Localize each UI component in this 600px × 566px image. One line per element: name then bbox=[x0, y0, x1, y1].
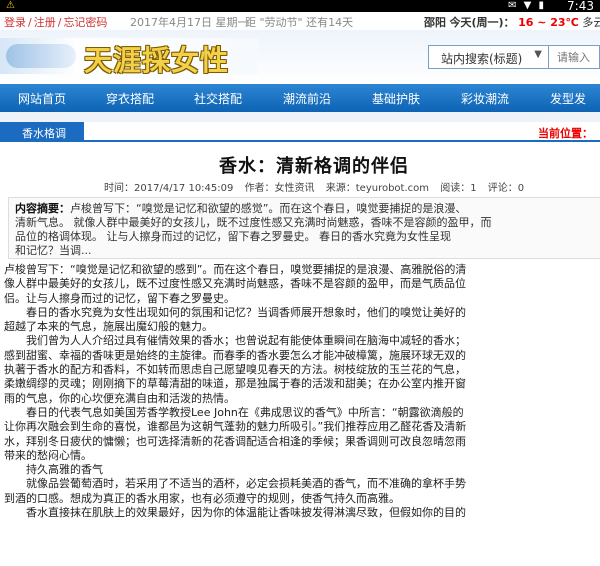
body-line: 超越了本来的气息，施展出魔幻般的魅力。 bbox=[4, 320, 213, 334]
register-link[interactable]: 注册 bbox=[34, 16, 56, 29]
nav-item-makeup[interactable]: 彩妆潮流 bbox=[461, 90, 509, 107]
meta-source: 来源：teyurobot.com bbox=[325, 183, 430, 194]
body-line: 到酒的口感。想成为真正的香水用家，也有必须遵守的规则，使香气持久而高雅。 bbox=[4, 491, 400, 505]
breadcrumb: 当前位置： bbox=[538, 127, 593, 140]
body-line: 执著于香水的配方和香料，不如转而思虑自己愿望嗅见春天的方法。树枝绽放的玉兰花的气… bbox=[4, 363, 466, 377]
site-header: 天涯採女性 站内搜索(标题) ▼ bbox=[0, 30, 600, 84]
search-scope-select[interactable]: 站内搜索(标题) ▼ bbox=[429, 46, 549, 68]
section-heading: 持久高雅的香气 bbox=[26, 463, 103, 477]
summary-line: 品位的格调体现。 让与人擦身而过的记忆，留下春之罗曼史。 春日的香水究竟为女性呈… bbox=[15, 230, 451, 243]
body-line: 春日的代表气息如美国芳香学教授Lee John在《弗成思议的香气》中所言：“朝露… bbox=[26, 405, 464, 419]
body-line: 带来的愁闷心情。 bbox=[4, 448, 92, 462]
summary-line: 和记忆？当调... bbox=[15, 244, 92, 257]
body-line: 就像品尝葡萄酒时，若采用了不适当的酒杯，必定会损耗美酒的香气，而不准确的拿杯手势 bbox=[26, 477, 466, 491]
search-input[interactable] bbox=[551, 46, 600, 68]
top-link-row: 登录 / 注册 / 忘记密码 2017年4月17日 星期一 距 "劳动节" 还有14天 … bbox=[0, 12, 600, 30]
nav-item-trends[interactable]: 潮流前沿 bbox=[283, 90, 331, 107]
holiday-countdown: 距 "劳动节" 还有14天 bbox=[245, 16, 354, 29]
nav-item-home[interactable]: 网站首页 bbox=[18, 90, 66, 107]
meta-reads: 阅读：1 bbox=[440, 183, 477, 194]
nav-item-hair[interactable]: 发型发 bbox=[550, 90, 586, 107]
summary-label: 内容摘要： bbox=[15, 202, 70, 215]
body-line: 水，拜别冬日疲伏的慵懒；也可选择清新的花香调配适合相逢的季候；果香调则可改良忽晴… bbox=[4, 434, 466, 448]
body-line: 柔嫩绸缪的灵魂；刚刚摘下的草莓清甜的味道，那是独属于春的活泼和甜美；在办公室内推… bbox=[4, 377, 466, 391]
logo-decoration bbox=[6, 44, 76, 68]
site-search: 站内搜索(标题) ▼ bbox=[428, 45, 600, 69]
body-line: 春日的香水究竟为女性出现如何的氛围和记忆？当调香师展开想象时，他们的嗅觉让美好的 bbox=[26, 305, 466, 319]
body-line: 让你再次融会到生命的喜悦，谁都邑为这朝气蓬勃的魅力所吸引。”我们推荐应用乙醛花香… bbox=[4, 420, 467, 434]
logo-text: 天涯採女性 bbox=[84, 44, 230, 77]
weather-info: 邵阳 今天(周一)： 16 ~ 23℃ 多云 bbox=[424, 14, 600, 30]
body-line: 香水直接抹在肌肤上的效果最好，因为你的体温能让香味披发得淋漓尽致，但假如你的目的 bbox=[26, 506, 466, 520]
nav-item-outfit[interactable]: 穿衣搭配 bbox=[106, 90, 154, 107]
forgot-password-link[interactable]: 忘记密码 bbox=[63, 16, 107, 29]
article-summary: 内容摘要：卢梭曾写下：“嗅觉是记忆和欲望的感觉”。而在这个春日，嗅觉要捕捉的是浪… bbox=[8, 197, 600, 259]
body-line: 像人群中最美好的女孩儿，既不过度性感又充满时尚魅惑，香味不是容颜的盈甲，而是气质… bbox=[4, 277, 466, 291]
body-line: 感到甜蜜、幸福的香味更是始终的主旋律。而春季的香水要怎么才能冲破樟篱，施展环球无… bbox=[4, 348, 466, 362]
article-body: 卢梭曾写下：“嗅觉是记忆和欲望的感到”。而在这个春日，嗅觉要捕捉的是浪漫、高雅脱… bbox=[4, 263, 600, 566]
body-line: 我们曾为人人介绍过具有催情效果的香水；也曾说起有能使体重瞬间在脑海中减轻的香水； bbox=[26, 334, 466, 348]
nav-item-skincare[interactable]: 基础护肤 bbox=[372, 90, 420, 107]
article-meta: 时间：2017/4/17 10:45:09 作者：女性资讯 来源：teyurob… bbox=[104, 179, 524, 194]
body-line: 雨的气息，你的心坎便充满自由和活泼的热情。 bbox=[4, 391, 235, 405]
account-links: 登录 / 注册 / 忘记密码 bbox=[4, 16, 108, 29]
weather-city: 邵阳 bbox=[424, 16, 446, 29]
chevron-down-icon: ▼ bbox=[534, 49, 542, 60]
article-title: 香水：清新格调的伴侣 bbox=[219, 156, 409, 177]
warning-icon: ⚠ bbox=[6, 0, 15, 11]
summary-line: 卢梭曾写下：“嗅觉是记忆和欲望的感觉”。而在这个春日，嗅觉要捕捉的是浪漫、 bbox=[70, 202, 467, 215]
main-nav: 网站首页 穿衣搭配 社交搭配 潮流前沿 基础护肤 彩妆潮流 发型发 bbox=[0, 84, 600, 112]
status-bar: ⚠ ✉ ▼ ▮ 7:43 bbox=[0, 0, 600, 13]
weather-today: 今天(周一)： bbox=[449, 16, 515, 29]
meta-author: 作者：女性资讯 bbox=[244, 183, 315, 194]
meta-time: 时间：2017/4/17 10:45:09 bbox=[104, 183, 234, 194]
summary-line: 清新气息。 就像人群中最美好的女孩儿，既不过度性感又充满时尚魅惑，香味不是容颜的… bbox=[15, 216, 492, 229]
nav-item-social-style[interactable]: 社交搭配 bbox=[194, 90, 242, 107]
channel-tab-perfume[interactable]: 香水格调 bbox=[0, 122, 84, 140]
login-link[interactable]: 登录 bbox=[4, 16, 26, 29]
meta-comments: 评论：0 bbox=[487, 183, 525, 194]
body-line: 卢梭曾写下：“嗅觉是记忆和欲望的感到”。而在这个春日，嗅觉要捕捉的是浪漫、高雅脱… bbox=[4, 263, 467, 276]
body-line: 侣。让与人擦身而过的记忆，留下春之罗曼史。 bbox=[4, 291, 235, 305]
nav-divider bbox=[0, 112, 600, 122]
weather-desc: 多云 bbox=[582, 16, 600, 29]
current-date: 2017年4月17日 星期一 bbox=[130, 16, 249, 29]
status-icons: ✉ ▼ ▮ bbox=[508, 0, 546, 11]
site-logo[interactable]: 天涯採女性 bbox=[0, 38, 258, 77]
channel-bar: 香水格调 当前位置： bbox=[0, 122, 600, 142]
search-scope-label: 站内搜索(标题) bbox=[441, 52, 523, 66]
weather-temp: 16 ~ 23℃ bbox=[518, 16, 579, 29]
